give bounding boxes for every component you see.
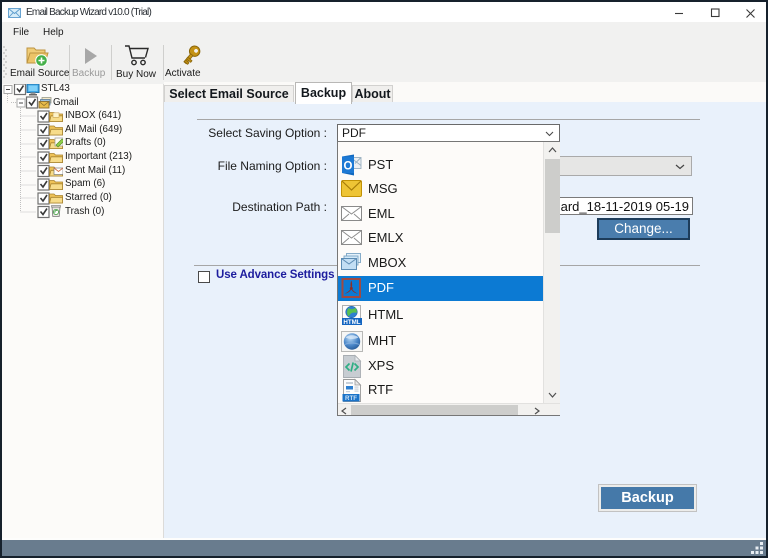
svg-text:O: O	[344, 161, 353, 173]
svg-text:RTF: RTF	[345, 395, 357, 402]
svg-text:HTML: HTML	[343, 319, 360, 326]
